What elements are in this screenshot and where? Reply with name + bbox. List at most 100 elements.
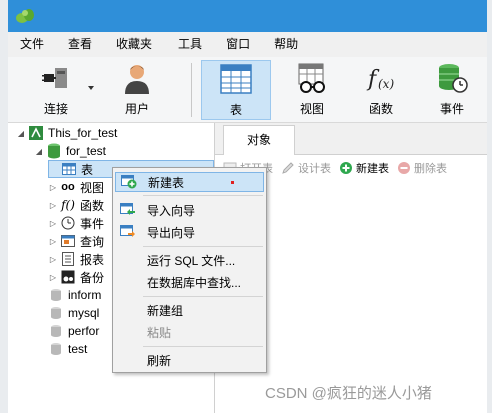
tree-label: 函数 [80, 198, 105, 213]
user-icon [119, 60, 155, 96]
user-label: 用户 [124, 102, 149, 116]
plug-icon [38, 60, 74, 96]
main-toolbar: 连接 用户 表 视图 f (x) 函数 事件 [8, 57, 487, 123]
import-icon [117, 201, 139, 219]
menu-view[interactable]: 查看 [62, 32, 98, 57]
tree-item-backups[interactable]: ▷ 备份 [48, 268, 104, 286]
menu-item-export-wizard[interactable]: 导出向导 [115, 222, 264, 242]
expand-icon[interactable]: ▷ [48, 182, 58, 192]
toolbar-separator [191, 63, 192, 117]
tree-database-other[interactable]: test [46, 340, 87, 358]
function-icon: f() [61, 198, 75, 212]
expand-icon[interactable]: ▷ [48, 218, 58, 228]
tab-objects[interactable]: 对象 [223, 125, 295, 155]
function-button[interactable]: f (x) 函数 [355, 60, 407, 120]
connect-button[interactable]: 连接 [28, 60, 84, 120]
collapse-icon[interactable]: ◢ [16, 128, 26, 138]
menu-separator [143, 346, 263, 347]
menu-window[interactable]: 窗口 [220, 32, 256, 57]
menu-label: 导出向导 [147, 225, 196, 240]
view-icon [294, 60, 330, 96]
tree-label: 备份 [80, 270, 105, 285]
expand-icon[interactable]: ▷ [48, 254, 58, 264]
tree-item-queries[interactable]: ▷ 查询 [48, 232, 104, 250]
menu-label: 粘贴 [147, 325, 172, 340]
report-icon [60, 251, 76, 267]
collapse-icon[interactable]: ◢ [34, 146, 44, 156]
tree-label: 查询 [80, 234, 105, 249]
menu-item-run-sql-file[interactable]: 运行 SQL 文件... [115, 250, 264, 270]
database-name: inform [68, 288, 102, 302]
menu-label: 运行 SQL 文件... [147, 253, 236, 268]
clock-icon [60, 215, 76, 231]
pencil-icon [282, 162, 294, 174]
database-name: mysql [68, 306, 100, 320]
new-table-label: 新建表 [356, 163, 389, 175]
menu-favorites[interactable]: 收藏夹 [110, 32, 158, 57]
context-menu: 新建表 导入向导 导出向导 运行 SQL 文件... 在数据库中查找... 新建… [112, 167, 267, 373]
menu-file[interactable]: 文件 [14, 32, 50, 57]
tree-database-other[interactable]: perfor [46, 322, 99, 340]
connect-dropdown-icon[interactable] [88, 86, 94, 90]
new-table-icon [118, 173, 140, 191]
red-marker [231, 181, 234, 184]
design-table-button[interactable]: 设计表 [281, 160, 331, 176]
tree-connection[interactable]: ◢ This_for_test [16, 124, 117, 142]
expand-icon[interactable]: ▷ [48, 236, 58, 246]
database-icon [48, 341, 64, 357]
menu-item-import-wizard[interactable]: 导入向导 [115, 200, 264, 220]
menu-item-new-table[interactable]: 新建表 [115, 172, 264, 192]
user-button[interactable]: 用户 [111, 60, 163, 120]
query-icon [60, 233, 76, 249]
menu-item-find-in-database[interactable]: 在数据库中查找... [115, 272, 264, 292]
view-label: 视图 [299, 102, 324, 116]
add-icon [340, 162, 352, 174]
tree-label: 视图 [80, 180, 105, 195]
menu-tools[interactable]: 工具 [172, 32, 208, 57]
expand-icon[interactable]: ▷ [48, 272, 58, 282]
menu-item-new-group[interactable]: 新建组 [115, 300, 264, 320]
tree-item-functions[interactable]: ▷ f() 函数 [48, 196, 104, 214]
expand-icon[interactable]: ▷ [48, 200, 58, 210]
export-icon [117, 223, 139, 241]
database-name: for_test [66, 144, 107, 158]
event-button[interactable]: 事件 [426, 60, 478, 120]
table-icon [61, 161, 77, 177]
title-bar [8, 0, 487, 32]
menu-label: 新建表 [148, 175, 185, 190]
tree-database-other[interactable]: mysql [46, 304, 99, 322]
object-tab-bar: 对象 [215, 123, 487, 155]
view-icon: oo [61, 181, 75, 193]
menu-label: 新建组 [147, 303, 184, 318]
tree-label: 表 [81, 162, 94, 177]
tree-database[interactable]: ◢ for_test [34, 142, 106, 160]
event-icon [434, 60, 470, 96]
backup-icon [60, 269, 76, 285]
database-icon [46, 143, 62, 159]
connection-icon [28, 125, 44, 141]
tree-item-views[interactable]: ▷ oo 视图 [48, 178, 104, 196]
tree-item-events[interactable]: ▷ 事件 [48, 214, 104, 232]
delete-table-button[interactable]: 删除表 [397, 160, 447, 176]
connect-label: 连接 [43, 102, 68, 116]
database-name: perfor [68, 324, 100, 338]
tree-label: 报表 [80, 252, 105, 267]
tree-database-other[interactable]: inform [46, 286, 101, 304]
table-label: 表 [229, 103, 242, 117]
connection-name: This_for_test [48, 126, 118, 140]
design-table-label: 设计表 [298, 163, 331, 175]
menu-help[interactable]: 帮助 [268, 32, 304, 57]
menu-label: 导入向导 [147, 203, 196, 218]
database-icon [48, 287, 64, 303]
delete-icon [398, 162, 410, 174]
tree-item-reports[interactable]: ▷ 报表 [48, 250, 104, 268]
menu-item-paste[interactable]: 粘贴 [115, 322, 264, 342]
table-icon [218, 61, 254, 97]
table-button[interactable]: 表 [201, 60, 271, 120]
menu-item-refresh[interactable]: 刷新 [115, 350, 264, 370]
new-table-button[interactable]: 新建表 [339, 160, 389, 176]
svg-text:(x): (x) [378, 77, 394, 91]
view-button[interactable]: 视图 [286, 60, 338, 120]
menu-separator [143, 195, 263, 196]
navicat-logo-icon [16, 9, 34, 23]
